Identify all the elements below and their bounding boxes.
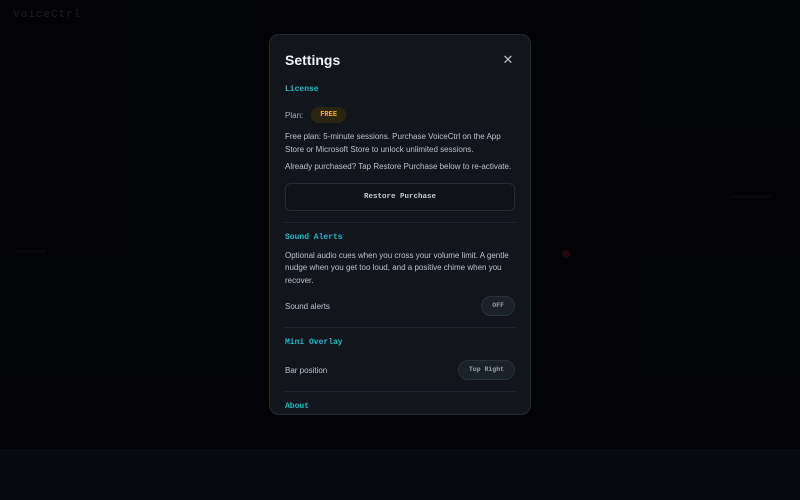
modal-body: License Plan: FREE Free plan: 5-minute s… [270, 85, 530, 411]
mini-overlay-section-label: Mini Overlay [285, 338, 343, 347]
modal-header: Settings ✕ [270, 35, 530, 85]
mini-overlay-section: Mini Overlay Bar position Top Right [285, 338, 515, 380]
bar-position-row: Bar position Top Right [285, 360, 515, 380]
license-description: Free plan: 5-minute sessions. Purchase V… [285, 132, 501, 154]
about-section-label: About [285, 402, 310, 411]
plan-badge: FREE [311, 107, 347, 123]
bar-position-label: Bar position [285, 365, 328, 375]
divider [285, 327, 515, 328]
sound-alerts-toggle[interactable]: OFF [481, 296, 515, 316]
divider [285, 391, 515, 392]
about-section: About [285, 402, 515, 411]
license-section: License Plan: FREE Free plan: 5-minute s… [285, 85, 515, 211]
restore-purchase-button[interactable]: Restore Purchase [285, 182, 515, 211]
bar-position-select[interactable]: Top Right [457, 360, 515, 380]
app-window: VoiceCtrl Settings ✕ License Plan: FREE … [0, 0, 800, 500]
plan-row: Plan: FREE [285, 107, 515, 123]
restore-hint: Already purchased? Tap Restore Purchase … [285, 162, 512, 171]
sound-alerts-row: Sound alerts OFF [285, 296, 515, 316]
settings-modal: Settings ✕ License Plan: FREE Free plan:… [269, 34, 531, 415]
sound-alerts-label: Sound alerts [285, 301, 330, 311]
license-section-label: License [285, 85, 319, 94]
close-icon: ✕ [502, 52, 514, 67]
sound-alerts-section: Sound Alerts Optional audio cues when yo… [285, 232, 515, 316]
sound-alerts-description: Optional audio cues when you cross your … [285, 250, 509, 285]
divider [285, 221, 515, 223]
modal-title: Settings [285, 52, 341, 68]
close-button[interactable]: ✕ [499, 51, 517, 69]
plan-label: Plan: [285, 110, 304, 120]
sound-alerts-section-label: Sound Alerts [285, 232, 343, 242]
